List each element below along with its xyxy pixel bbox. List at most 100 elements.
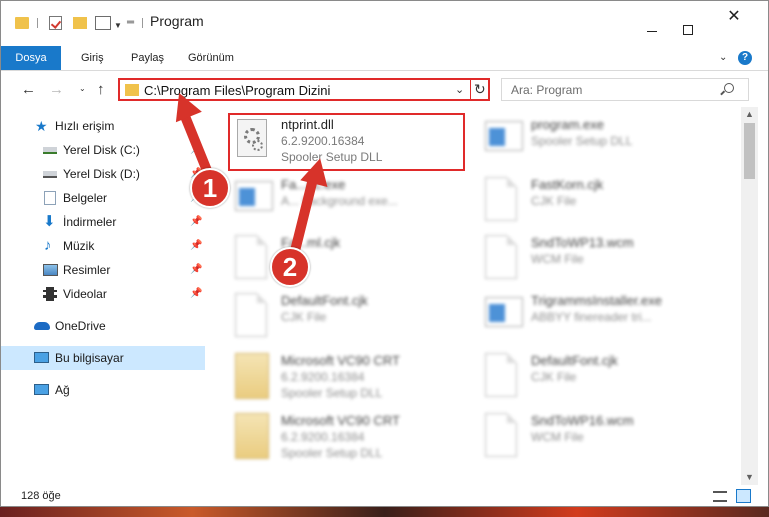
- sidebar-item-pictures[interactable]: Resimler 📌: [1, 258, 205, 282]
- close-button[interactable]: ✕: [711, 1, 757, 33]
- pin-icon[interactable]: 📌: [190, 258, 202, 282]
- file-tile[interactable]: DefaultFont.cjk CJK File: [231, 291, 471, 351]
- search-box[interactable]: Ara: Program: [501, 78, 749, 101]
- maximize-icon: [683, 25, 693, 35]
- sidebar-item-local-disk-c[interactable]: Yerel Disk (C:) 📌: [1, 138, 205, 162]
- menu-lines-icon: ═: [127, 17, 135, 28]
- tab-share[interactable]: Paylaş: [119, 46, 176, 70]
- star-icon: ★: [35, 118, 48, 134]
- document-file-icon: [231, 233, 275, 283]
- setup-file-icon: [231, 411, 275, 461]
- folder-icon: [125, 84, 139, 96]
- sidebar-item-label: Belgeler: [63, 191, 108, 205]
- forward-arrow-icon[interactable]: →: [49, 81, 64, 98]
- properties-check-icon[interactable]: [49, 16, 62, 30]
- pictures-icon: [43, 264, 58, 276]
- divider: [470, 80, 471, 99]
- file-name: DefaultFont.cjk: [531, 353, 618, 368]
- sidebar-item-network[interactable]: Ağ: [1, 378, 205, 402]
- exe-file-icon: [481, 115, 525, 165]
- file-tile[interactable]: program.exe Spooler Setup DLL: [481, 115, 721, 175]
- document-file-icon: [481, 233, 525, 283]
- customize-icon[interactable]: [95, 16, 111, 30]
- annotation-badge-2: 2: [270, 247, 310, 287]
- pin-icon[interactable]: 📌: [190, 210, 202, 234]
- network-icon: [34, 384, 49, 395]
- address-dropdown-chevron-icon[interactable]: ⌄: [455, 83, 464, 96]
- file-tile[interactable]: FastKorn.cjk CJK File: [481, 175, 721, 235]
- recent-locations-chevron-icon[interactable]: ⌄: [79, 84, 86, 93]
- file-name: Microsoft VC90 CRT: [281, 413, 400, 428]
- document-file-icon: [481, 351, 525, 401]
- sidebar-item-documents[interactable]: Belgeler 📌: [1, 186, 205, 210]
- download-icon: ⬇: [43, 213, 56, 230]
- title-bar: ▼ ═ Program ✕: [1, 1, 768, 41]
- search-icon[interactable]: [724, 83, 734, 93]
- pin-icon[interactable]: 📌: [190, 282, 202, 306]
- documents-icon: [44, 191, 56, 205]
- tab-view[interactable]: Görünüm: [176, 46, 246, 70]
- document-file-icon: [481, 175, 525, 225]
- computer-icon: [34, 352, 49, 363]
- file-tile[interactable]: SndToWP16.wcm WCM File: [481, 411, 721, 471]
- file-tile[interactable]: TrigrammsInstaller.exe ABBYY finereader …: [481, 291, 721, 351]
- exe-file-icon: [231, 175, 275, 225]
- up-arrow-icon[interactable]: ↑: [97, 81, 105, 98]
- tiles-view-icon[interactable]: [736, 489, 751, 503]
- divider: [37, 18, 38, 28]
- refresh-icon[interactable]: ↻: [474, 81, 486, 98]
- item-count: 128 öğe: [21, 490, 61, 502]
- scroll-down-arrow-icon[interactable]: ▼: [745, 472, 754, 482]
- drive-icon: [43, 171, 57, 178]
- setup-file-icon: [231, 351, 275, 401]
- drive-icon: [43, 147, 57, 154]
- music-icon: ♪: [44, 237, 52, 254]
- file-description: Spooler Setup DLL: [281, 386, 383, 400]
- file-version: 6.2.9200.16384: [281, 430, 365, 444]
- sidebar-item-label: Bu bilgisayar: [55, 351, 124, 365]
- divider: [142, 18, 143, 28]
- sidebar-item-videos[interactable]: Videolar 📌: [1, 282, 205, 306]
- scroll-up-arrow-icon[interactable]: ▲: [745, 109, 754, 119]
- details-view-icon[interactable]: [713, 491, 727, 502]
- sidebar-item-this-pc[interactable]: Bu bilgisayar: [1, 346, 205, 370]
- annotation-badge-1: 1: [190, 168, 230, 208]
- new-folder-icon[interactable]: [73, 17, 87, 29]
- quick-access-dropdown-icon[interactable]: ▼: [114, 21, 122, 37]
- tab-file[interactable]: Dosya: [1, 46, 61, 70]
- pin-icon[interactable]: 📌: [190, 234, 202, 258]
- sidebar-item-downloads[interactable]: ⬇ İndirmeler 📌: [1, 210, 205, 234]
- file-tile[interactable]: Fa...ec.exe A... background exe...: [231, 175, 471, 235]
- sidebar-item-music[interactable]: ♪ Müzik 📌: [1, 234, 205, 258]
- tab-home[interactable]: Giriş: [69, 46, 116, 70]
- scroll-thumb[interactable]: [744, 123, 755, 179]
- file-description: CJK File: [531, 370, 577, 384]
- file-description: CJK File: [531, 194, 577, 208]
- sidebar-item-local-disk-d[interactable]: Yerel Disk (D:) 📌: [1, 162, 205, 186]
- search-input[interactable]: Ara: Program: [511, 83, 582, 97]
- sidebar-item-label: Yerel Disk (D:): [63, 167, 140, 181]
- file-tile[interactable]: SndToWP13.wcm WCM File: [481, 233, 721, 293]
- help-icon[interactable]: ?: [738, 51, 752, 65]
- sidebar-item-onedrive[interactable]: OneDrive: [1, 314, 205, 338]
- file-description: A... background exe...: [281, 194, 398, 208]
- close-icon: ✕: [727, 8, 741, 25]
- file-name: FastKorn.cjk: [531, 177, 604, 192]
- sidebar-item-label: Ağ: [55, 383, 70, 397]
- vertical-scrollbar[interactable]: ▲ ▼: [741, 107, 758, 485]
- address-row: ← → ⌄ ↑ C:\Program Files\Program Dizini …: [1, 73, 768, 105]
- explorer-window: ▼ ═ Program ✕ Dosya Giriş Paylaş Görünüm…: [0, 0, 769, 507]
- file-tile[interactable]: Fa...ml.cjk: [231, 233, 471, 293]
- file-tile[interactable]: DefaultFont.cjk CJK File: [481, 351, 721, 411]
- file-tile[interactable]: Microsoft VC90 CRT 6.2.9200.16384 Spoole…: [231, 411, 471, 471]
- folder-icon[interactable]: [15, 17, 29, 29]
- back-arrow-icon[interactable]: ←: [21, 81, 36, 98]
- file-name: DefaultFont.cjk: [281, 293, 368, 308]
- document-file-icon: [481, 411, 525, 461]
- ribbon-tabs: Dosya Giriş Paylaş Görünüm ⌄ ?: [1, 46, 768, 71]
- sidebar-item-label: İndirmeler: [63, 215, 117, 229]
- file-tile[interactable]: Microsoft VC90 CRT 6.2.9200.16384 Spoole…: [231, 351, 471, 411]
- sidebar-item-label: Müzik: [63, 239, 95, 253]
- ribbon-expand-chevron-icon[interactable]: ⌄: [719, 52, 727, 63]
- file-name: program.exe: [531, 117, 604, 132]
